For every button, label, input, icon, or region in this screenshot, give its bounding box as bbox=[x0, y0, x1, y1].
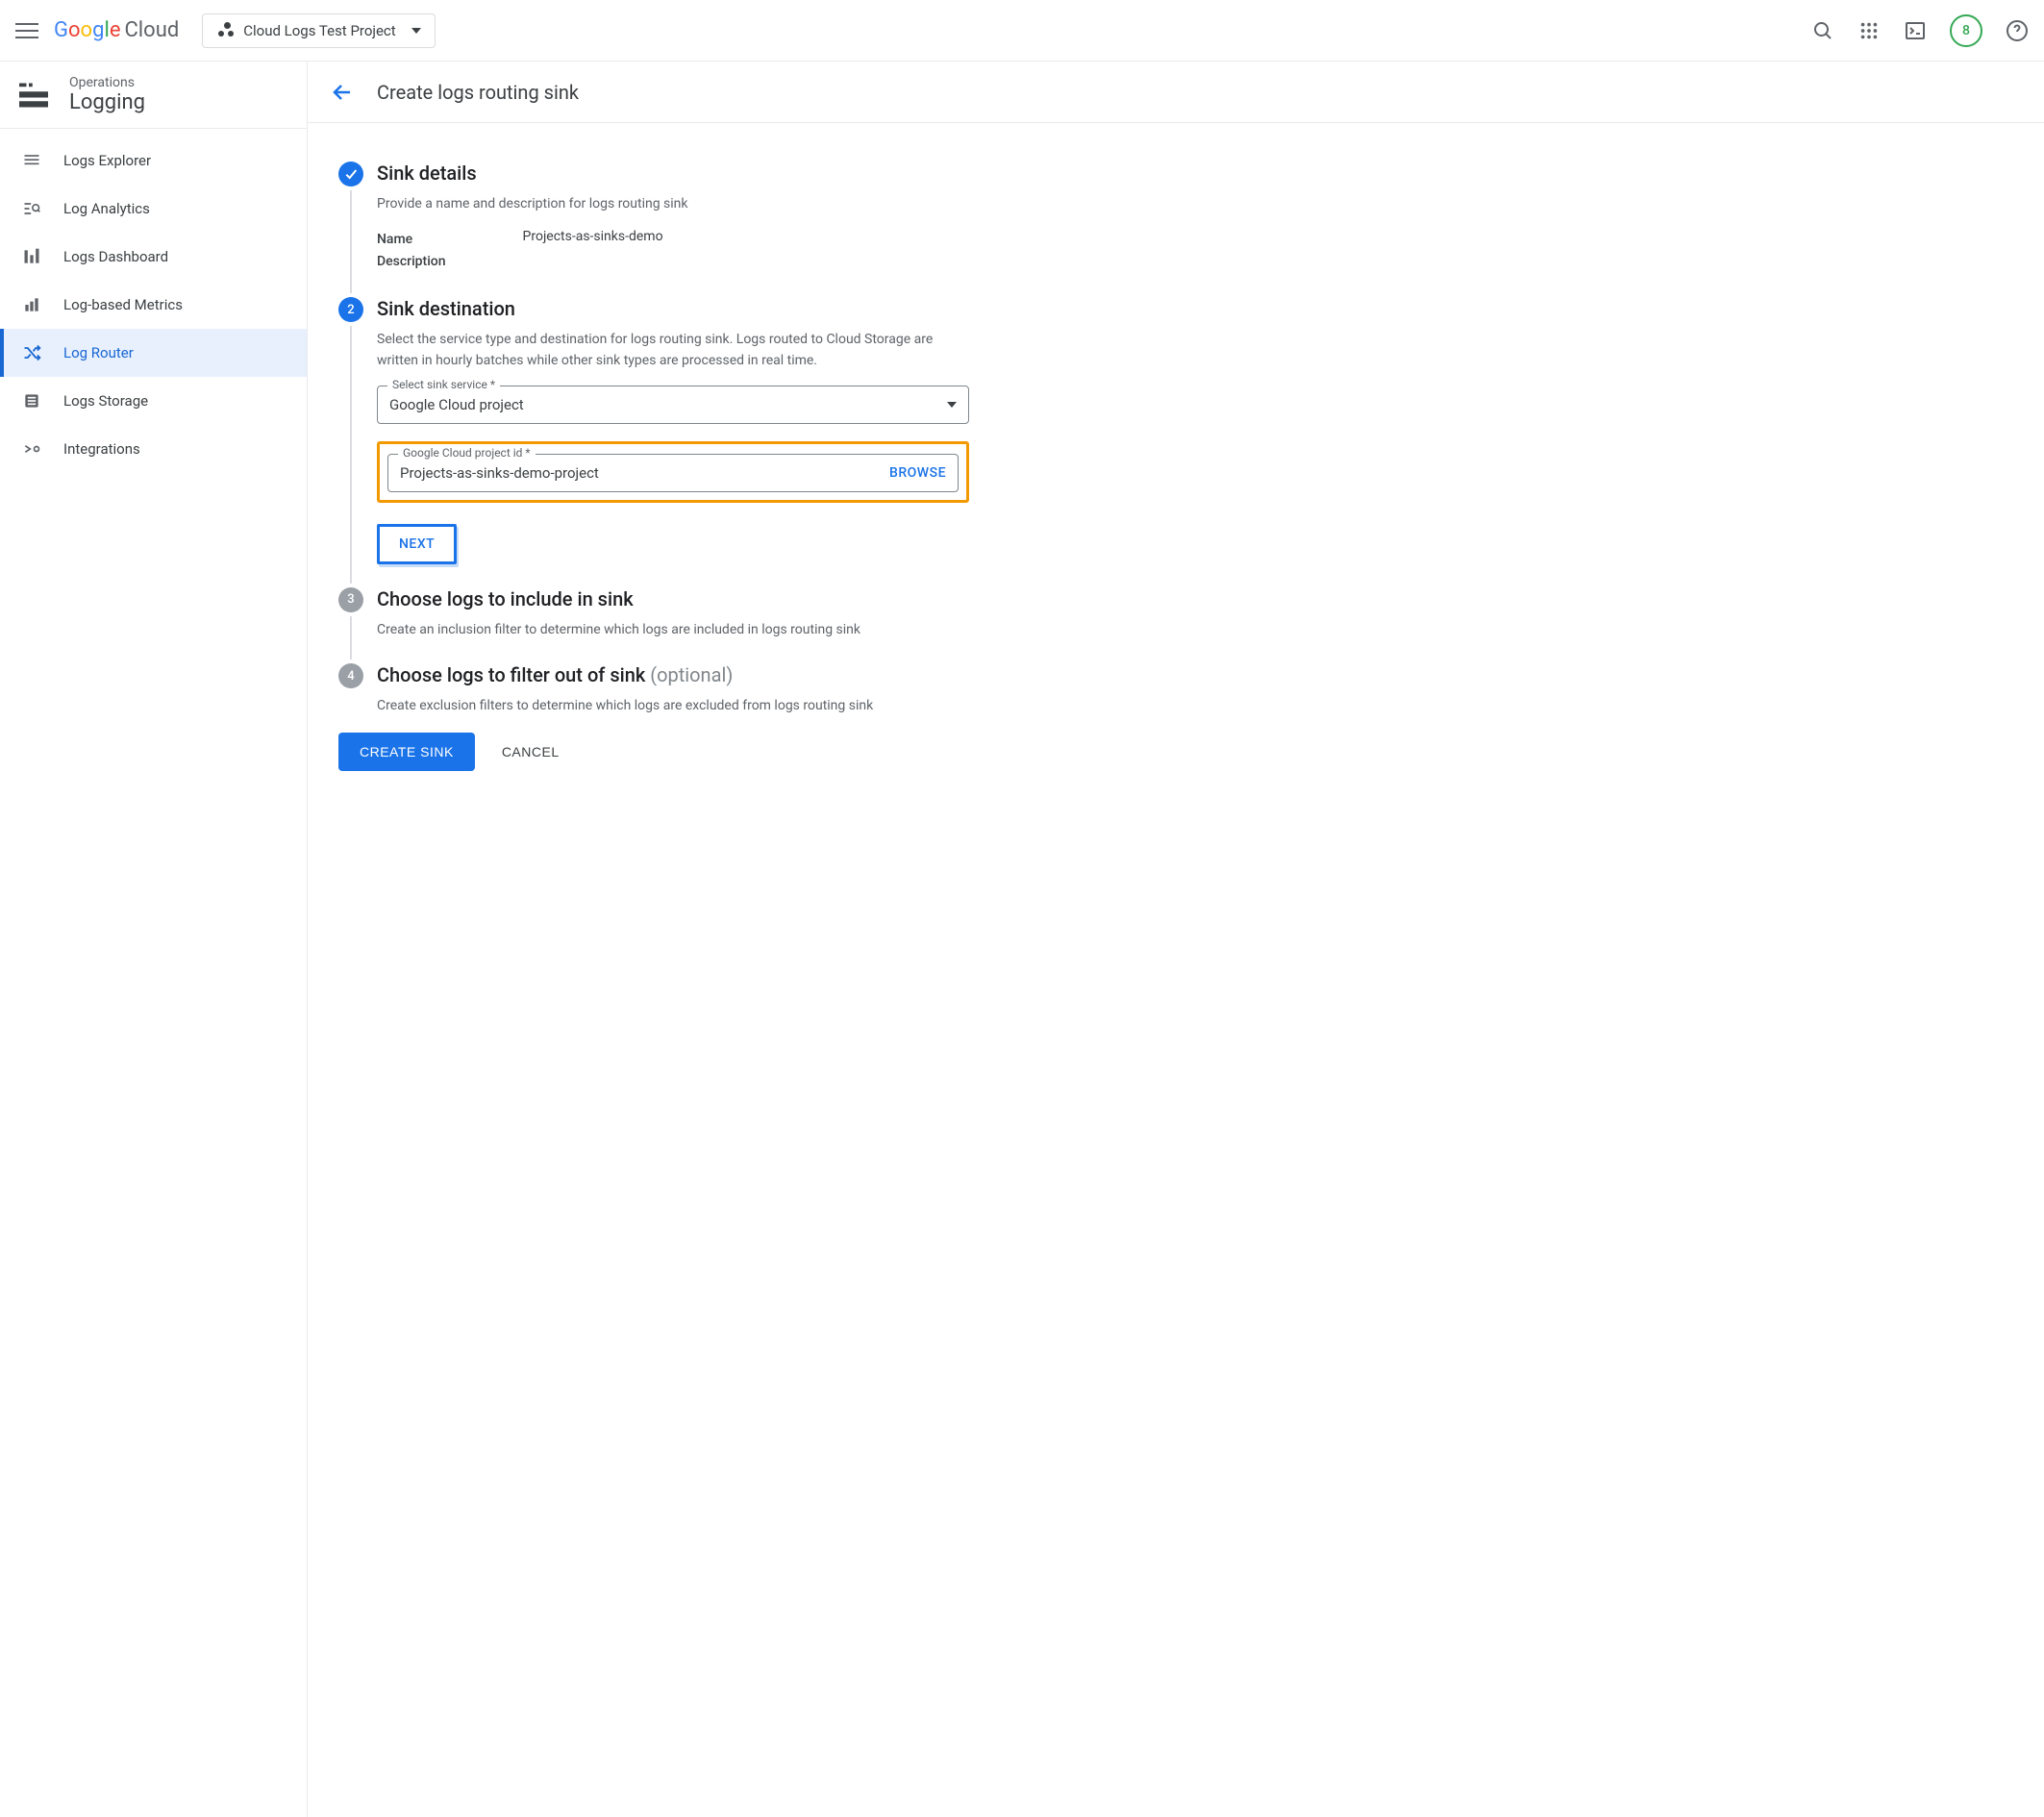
chevron-down-icon bbox=[947, 402, 957, 408]
create-sink-button[interactable]: CREATE SINK bbox=[338, 733, 475, 771]
project-name: Cloud Logs Test Project bbox=[243, 22, 395, 39]
notifications-badge[interactable]: 8 bbox=[1950, 14, 1982, 47]
browse-button[interactable]: BROWSE bbox=[889, 465, 946, 481]
step1-desc: Provide a name and description for logs … bbox=[377, 194, 969, 215]
help-icon[interactable] bbox=[2006, 19, 2029, 42]
step4-title: Choose logs to filter out of sink (optio… bbox=[377, 663, 969, 686]
nav-label: Log-based Metrics bbox=[63, 296, 183, 313]
cloud-shell-icon[interactable] bbox=[1904, 19, 1927, 42]
step4-title-text: Choose logs to filter out of sink bbox=[377, 663, 650, 686]
footer-actions: CREATE SINK CANCEL bbox=[338, 733, 969, 771]
name-label: Name bbox=[377, 229, 446, 252]
project-id-input[interactable] bbox=[400, 464, 889, 482]
step-choose-include: 3 Choose logs to include in sink Create … bbox=[338, 587, 969, 641]
nav-logs-dashboard[interactable]: Logs Dashboard bbox=[0, 233, 307, 281]
nav-label: Log Analytics bbox=[63, 200, 150, 217]
operations-label: Operations bbox=[69, 75, 145, 90]
step-sink-destination: 2 Sink destination Select the service ty… bbox=[338, 297, 969, 563]
header-icons: 8 bbox=[1811, 14, 2029, 47]
next-button[interactable]: NEXT bbox=[377, 524, 457, 564]
project-id-field: Google Cloud project id * BROWSE bbox=[387, 454, 959, 492]
step4-indicator: 4 bbox=[338, 663, 363, 688]
top-header: Google Cloud Cloud Logs Test Project 8 bbox=[0, 0, 2044, 62]
nav-list: Logs Explorer Log Analytics Logs Dashboa… bbox=[0, 129, 307, 473]
apps-grid-icon[interactable] bbox=[1857, 19, 1881, 42]
sink-service-label: Select sink service * bbox=[387, 378, 500, 391]
description-label: Description bbox=[377, 251, 446, 274]
menu-icon[interactable] bbox=[15, 19, 38, 42]
sink-service-select[interactable]: Select sink service * bbox=[377, 386, 969, 424]
google-cloud-logo[interactable]: Google Cloud bbox=[54, 18, 179, 42]
sidebar: Operations Logging Logs Explorer Log Ana… bbox=[0, 62, 308, 1817]
step2-desc: Select the service type and destination … bbox=[377, 330, 969, 371]
nav-label: Integrations bbox=[63, 440, 140, 458]
nav-logs-explorer[interactable]: Logs Explorer bbox=[0, 137, 307, 185]
nav-integrations[interactable]: Integrations bbox=[0, 425, 307, 473]
step4-desc: Create exclusion filters to determine wh… bbox=[377, 696, 969, 717]
nav-label: Log Router bbox=[63, 344, 134, 361]
cloud-text: Cloud bbox=[124, 18, 179, 42]
project-id-label: Google Cloud project id * bbox=[398, 446, 536, 460]
step-connector bbox=[350, 190, 352, 293]
main-header: Create logs routing sink bbox=[308, 62, 2044, 123]
optional-label: (optional) bbox=[650, 663, 733, 686]
main: Create logs routing sink Sink details Pr… bbox=[308, 62, 2044, 1817]
step-completed-icon bbox=[338, 162, 363, 187]
step-sink-details: Sink details Provide a name and descript… bbox=[338, 162, 969, 274]
sidebar-header: Operations Logging bbox=[0, 62, 307, 129]
logging-product-icon bbox=[19, 80, 50, 111]
nav-logs-storage[interactable]: Logs Storage bbox=[0, 377, 307, 425]
badge-count: 8 bbox=[1962, 23, 1970, 38]
integrations-icon bbox=[21, 438, 42, 460]
project-id-highlight: Google Cloud project id * BROWSE bbox=[377, 441, 969, 503]
step-connector bbox=[350, 616, 352, 660]
nav-label: Logs Storage bbox=[63, 392, 148, 410]
project-selector[interactable]: Cloud Logs Test Project bbox=[202, 13, 435, 48]
dashboard-icon bbox=[21, 246, 42, 267]
search-icon[interactable] bbox=[1811, 19, 1834, 42]
shuffle-icon bbox=[21, 342, 42, 363]
chevron-down-icon bbox=[411, 28, 421, 34]
analytics-search-icon bbox=[21, 198, 42, 219]
nav-log-router[interactable]: Log Router bbox=[0, 329, 307, 377]
nav-log-analytics[interactable]: Log Analytics bbox=[0, 185, 307, 233]
nav-label: Logs Dashboard bbox=[63, 248, 168, 265]
step-connector bbox=[350, 326, 352, 583]
step3-title: Choose logs to include in sink bbox=[377, 587, 969, 610]
name-value: Projects-as-sinks-demo bbox=[523, 229, 663, 244]
cancel-button[interactable]: CANCEL bbox=[502, 744, 560, 759]
step2-indicator: 2 bbox=[338, 297, 363, 322]
step-choose-exclude: 4 Choose logs to filter out of sink (opt… bbox=[338, 663, 969, 717]
step3-desc: Create an inclusion filter to determine … bbox=[377, 620, 969, 641]
sink-service-value[interactable] bbox=[389, 396, 947, 413]
nav-log-based-metrics[interactable]: Log-based Metrics bbox=[0, 281, 307, 329]
step3-indicator: 3 bbox=[338, 587, 363, 612]
step1-summary: Name Description Projects-as-sinks-demo bbox=[377, 229, 969, 275]
back-arrow-icon[interactable] bbox=[331, 81, 354, 104]
list-icon bbox=[21, 150, 42, 171]
page-title: Create logs routing sink bbox=[377, 81, 579, 104]
step2-title: Sink destination bbox=[377, 297, 969, 320]
bar-chart-icon bbox=[21, 294, 42, 315]
storage-icon bbox=[21, 390, 42, 411]
logging-label: Logging bbox=[69, 90, 145, 114]
project-dots-icon bbox=[216, 22, 234, 39]
step1-title: Sink details bbox=[377, 162, 969, 185]
content: Sink details Provide a name and descript… bbox=[308, 123, 1000, 809]
nav-label: Logs Explorer bbox=[63, 152, 151, 169]
